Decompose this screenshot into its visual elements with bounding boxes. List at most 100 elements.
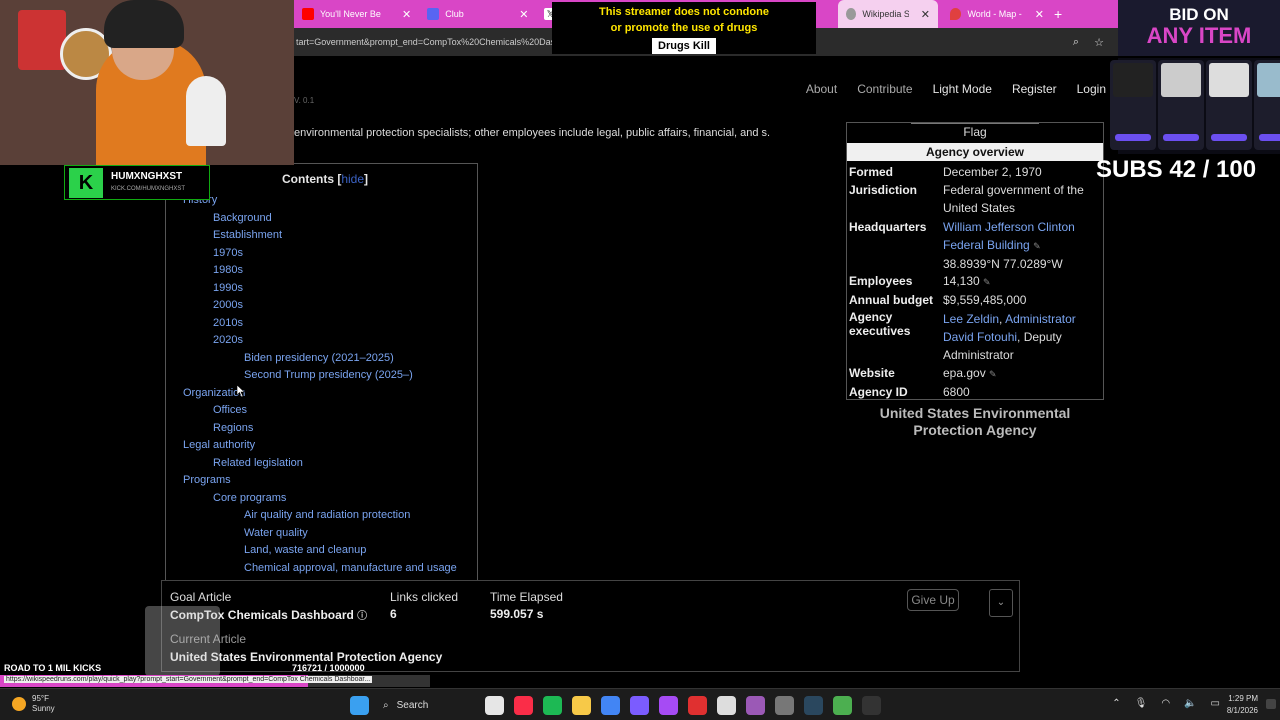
item-image bbox=[1113, 63, 1153, 97]
toc-item[interactable]: 1990s bbox=[183, 280, 473, 298]
pinned-app-icon[interactable] bbox=[862, 695, 881, 715]
toc-item[interactable]: 1970s bbox=[183, 245, 473, 263]
drug-warning-overlay: This streamer does not condone or promot… bbox=[552, 2, 816, 54]
bid-line-2: ANY ITEM bbox=[1146, 23, 1252, 48]
taskbar-search[interactable]: ⌕ Search bbox=[379, 694, 475, 716]
taskbar-clock[interactable]: 1:29 PM 8/1/2026 bbox=[1227, 693, 1258, 717]
tab-label: You'll Never Be bbox=[320, 9, 381, 19]
toc-item[interactable]: Chemical approval, manufacture and usage bbox=[183, 560, 473, 578]
tab-youtube[interactable]: You'll Never Be ✕ bbox=[294, 0, 419, 28]
nav-light-mode[interactable]: Light Mode bbox=[933, 82, 992, 96]
close-icon[interactable]: ✕ bbox=[921, 8, 930, 21]
bid-line-1: BID ON bbox=[1169, 5, 1229, 24]
toc-item[interactable]: Programs bbox=[183, 472, 473, 490]
toc-item[interactable]: Establishment bbox=[183, 227, 473, 245]
pinned-app-icons bbox=[485, 695, 881, 715]
collapse-chevron-icon[interactable]: ⌄ bbox=[989, 589, 1013, 617]
time-elapsed-value: 599.057 s bbox=[490, 607, 544, 621]
zoom-icon[interactable]: ⌕ bbox=[1066, 36, 1086, 49]
toc-item[interactable]: 2020s bbox=[183, 332, 473, 350]
nav-login[interactable]: Login bbox=[1077, 82, 1106, 96]
pinned-app-icon[interactable] bbox=[659, 695, 678, 715]
bookmark-star-icon[interactable]: ☆ bbox=[1089, 36, 1109, 49]
toc-item[interactable]: Land, waste and cleanup bbox=[183, 542, 473, 560]
site-nav: About Contribute Light Mode Register Log… bbox=[806, 82, 1106, 96]
microphone bbox=[186, 76, 226, 146]
website-link[interactable]: epa.gov bbox=[943, 366, 986, 380]
close-icon[interactable]: ✕ bbox=[519, 8, 528, 21]
toc-item[interactable]: Regions bbox=[183, 420, 473, 438]
close-icon[interactable]: ✕ bbox=[1035, 8, 1044, 21]
edit-pencil-icon[interactable]: ✎ bbox=[983, 277, 991, 287]
pinned-app-icon[interactable] bbox=[630, 695, 649, 715]
pinned-app-icon[interactable] bbox=[833, 695, 852, 715]
pinned-app-icon[interactable] bbox=[485, 695, 504, 715]
pinned-app-icon[interactable] bbox=[514, 695, 533, 715]
headquarters-link[interactable]: William Jefferson Clinton Federal Buildi… bbox=[943, 220, 1075, 252]
microphone-icon[interactable]: 🎙 bbox=[1135, 698, 1148, 709]
wifi-icon[interactable]: ◠ bbox=[1161, 698, 1170, 709]
toc-item[interactable]: 2000s bbox=[183, 297, 473, 315]
auction-items-strip bbox=[1110, 58, 1280, 154]
nav-about[interactable]: About bbox=[806, 82, 837, 96]
auction-item bbox=[1110, 60, 1156, 150]
warning-line-3: Drugs Kill bbox=[652, 38, 716, 54]
pinned-app-icon[interactable] bbox=[804, 695, 823, 715]
nav-register[interactable]: Register bbox=[1012, 82, 1057, 96]
toc-item[interactable]: Legal authority bbox=[183, 437, 473, 455]
auction-item bbox=[1206, 60, 1252, 150]
screen: You'll Never Be ✕ Club ✕ 𝕏 Wikipedia Spe… bbox=[0, 0, 1280, 720]
toc-item[interactable]: Related legislation bbox=[183, 455, 473, 473]
pinned-app-icon[interactable] bbox=[601, 695, 620, 715]
pinned-app-icon[interactable] bbox=[543, 695, 562, 715]
nav-contribute[interactable]: Contribute bbox=[857, 82, 912, 96]
pinned-app-icon[interactable] bbox=[717, 695, 736, 715]
value: $9,559,485,000 bbox=[943, 293, 1027, 307]
edit-pencil-icon[interactable]: ✎ bbox=[989, 369, 997, 379]
pinned-app-icon[interactable] bbox=[746, 695, 765, 715]
item-image bbox=[1257, 63, 1280, 97]
toc-item[interactable]: Second Trump presidency (2025–) bbox=[183, 367, 473, 385]
tab-world-map[interactable]: World - Map - L ✕ bbox=[942, 0, 1052, 28]
executive-1-link[interactable]: Lee Zeldin bbox=[943, 312, 999, 326]
webcam-poster bbox=[18, 10, 66, 70]
pinned-app-icon[interactable] bbox=[775, 695, 794, 715]
pinned-app-icon[interactable] bbox=[688, 695, 707, 715]
time-elapsed-label: Time Elapsed bbox=[490, 590, 563, 604]
edit-pencil-icon[interactable]: ✎ bbox=[1033, 241, 1041, 251]
tab-wikipedia-speedruns[interactable]: Wikipedia Spee ✕ bbox=[838, 0, 938, 28]
key: Agency executives bbox=[849, 310, 911, 338]
youtube-icon bbox=[302, 8, 314, 20]
battery-icon[interactable]: ▭ bbox=[1211, 698, 1220, 709]
weather-widget[interactable]: 95°F Sunny bbox=[12, 694, 55, 714]
info-icon[interactable]: ⓘ bbox=[357, 611, 367, 622]
toc-item[interactable]: Water quality bbox=[183, 525, 473, 543]
toc-item[interactable]: 1980s bbox=[183, 262, 473, 280]
toc-item[interactable]: 2010s bbox=[183, 315, 473, 333]
windows-start-icon[interactable] bbox=[350, 695, 369, 715]
close-icon[interactable]: ✕ bbox=[402, 8, 411, 21]
new-tab-button[interactable]: + bbox=[1046, 0, 1070, 28]
executive-1-role[interactable]: Administrator bbox=[1005, 312, 1076, 326]
value: 14,130 ✎ bbox=[943, 272, 1103, 291]
toc-item[interactable]: Organization bbox=[183, 385, 473, 403]
version-label: V. 0.1 bbox=[294, 96, 315, 105]
notification-icon[interactable] bbox=[1266, 699, 1276, 709]
chevron-up-icon[interactable]: ⌃ bbox=[1112, 698, 1120, 709]
kicks-goal-count: 716721 / 1000000 bbox=[292, 663, 365, 673]
jurisdiction-link[interactable]: Federal government of the United States bbox=[943, 181, 1103, 217]
tab-club[interactable]: Club ✕ bbox=[419, 0, 536, 28]
toc-item[interactable]: Core programs bbox=[183, 490, 473, 508]
toc-item[interactable]: Air quality and radiation protection bbox=[183, 507, 473, 525]
give-up-button[interactable]: Give Up bbox=[907, 589, 959, 611]
volume-icon[interactable]: 🔈 bbox=[1184, 698, 1196, 709]
toc-item[interactable]: History bbox=[183, 192, 473, 210]
toc-item[interactable]: Offices bbox=[183, 402, 473, 420]
toc-hide-link[interactable]: hide bbox=[341, 172, 364, 186]
toc-item[interactable]: Background bbox=[183, 210, 473, 228]
executive-2-link[interactable]: David Fotouhi bbox=[943, 330, 1017, 344]
value: William Jefferson Clinton Federal Buildi… bbox=[943, 218, 1103, 273]
pinned-app-icon[interactable] bbox=[572, 695, 591, 715]
toc-item[interactable]: Biden presidency (2021–2025) bbox=[183, 350, 473, 368]
temperature: 95°F bbox=[32, 694, 49, 703]
